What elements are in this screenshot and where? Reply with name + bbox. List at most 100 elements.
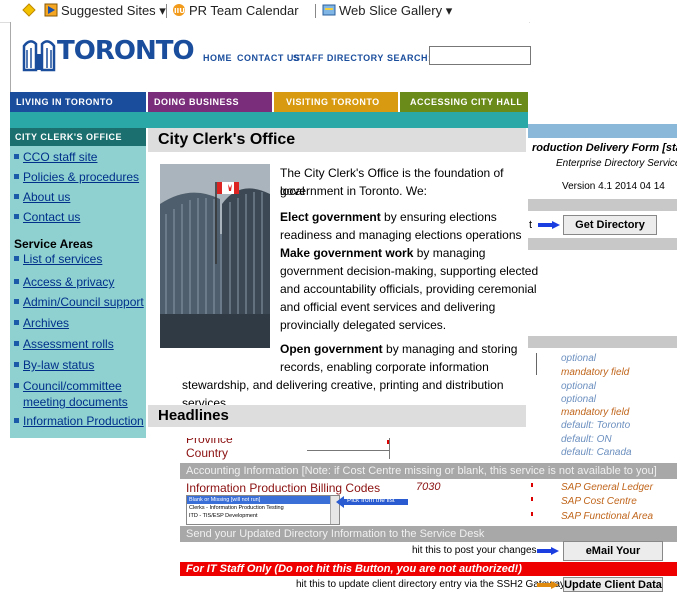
default-city-hint: default: Toronto bbox=[561, 420, 631, 431]
form-field-edge bbox=[528, 353, 537, 375]
billing-codes-listbox[interactable]: Blank or Missing [will not run] Clerks -… bbox=[186, 495, 340, 525]
get-directory-info-button[interactable]: Get Directory Info bbox=[563, 215, 657, 249]
arrow-tail-text: t bbox=[529, 219, 533, 231]
nav-accessing-city-hall[interactable]: ACCESSING CITY HALL bbox=[400, 92, 528, 112]
right-arrow-icon bbox=[537, 581, 559, 589]
elect-text: by ensuring elections bbox=[380, 210, 497, 224]
post-changes-hint: hit this to post your changes bbox=[412, 545, 537, 556]
toronto-city-hall-logo-icon[interactable] bbox=[21, 36, 57, 72]
billing-code-value: 7030 bbox=[416, 481, 441, 493]
sidebar-link-list-of-services[interactable]: List of services bbox=[14, 252, 102, 266]
send-updates-bar: Send your Updated Directory Information … bbox=[180, 526, 677, 542]
service-areas-heading: Service Areas bbox=[14, 237, 93, 251]
mandatory-hint: mandatory field bbox=[561, 407, 630, 418]
favorites-bar: Suggested Sites ▾ IIU PR Team Calendar We… bbox=[0, 0, 530, 23]
page-title: City Clerk's Office bbox=[148, 128, 526, 152]
site-header: TORONTO HOME CONTACT US STAFF DIRECTORY … bbox=[10, 22, 531, 92]
suggested-sites-label: Suggested Sites bbox=[61, 3, 156, 18]
make-line-3: and accountability officials, providing … bbox=[280, 282, 537, 296]
open-line-2: records, enabling corporate information bbox=[280, 360, 489, 374]
web-slice-gallery-label: Web Slice Gallery bbox=[339, 3, 443, 18]
elect-line-1: Elect government by ensuring elections bbox=[280, 208, 497, 226]
update-client-hint: hit this to update client directory entr… bbox=[296, 579, 566, 590]
form-version: Version 4.1 2014 04 14 bbox=[562, 181, 665, 192]
sidebar-link-policies[interactable]: Policies & procedures bbox=[14, 170, 139, 184]
sidebar-link-cco-staff-site[interactable]: CCO staff site bbox=[14, 150, 97, 164]
form-header-band bbox=[528, 124, 677, 138]
sidebar-link-council-committee[interactable]: Council/committee bbox=[14, 379, 122, 393]
toronto-logo-text[interactable]: TORONTO bbox=[57, 36, 195, 66]
open-line-1: Open government by managing and storing bbox=[280, 340, 517, 358]
staff-directory-link[interactable]: STAFF DIRECTORY bbox=[293, 53, 384, 63]
billing-codes-label: Information Production Billing Codes bbox=[186, 481, 381, 495]
elect-line-2: readiness and managing elections operati… bbox=[280, 228, 522, 242]
home-link[interactable]: HOME bbox=[203, 53, 232, 63]
required-marker bbox=[531, 483, 533, 487]
right-arrow-icon bbox=[537, 547, 559, 555]
sidebar-link-access-privacy[interactable]: Access & privacy bbox=[14, 275, 114, 289]
svg-text:IIU: IIU bbox=[174, 7, 185, 15]
country-input[interactable] bbox=[307, 449, 390, 459]
web-slice-gallery-link[interactable]: Web Slice Gallery ▾ bbox=[322, 3, 452, 19]
city-hall-photo bbox=[160, 164, 270, 348]
pick-from-list-label: Pick from the list bbox=[347, 497, 395, 504]
nav-visiting-toronto[interactable]: VISITING TORONTO bbox=[274, 92, 398, 112]
nav-doing-business[interactable]: DOING BUSINESS bbox=[148, 92, 272, 112]
open-heading: Open government bbox=[280, 342, 383, 356]
form-title: roduction Delivery Form [staff] bbox=[532, 142, 677, 154]
pr-team-calendar-label: PR Team Calendar bbox=[189, 3, 299, 18]
search-label: SEARCH: bbox=[387, 53, 432, 63]
sap-cost-centre-label: SAP Cost Centre bbox=[561, 496, 637, 507]
update-client-data-button[interactable]: Update Client Data bbox=[563, 577, 663, 592]
favorites-divider bbox=[166, 4, 167, 18]
nav-living-in-toronto[interactable]: LIVING IN TORONTO bbox=[10, 92, 146, 112]
optional-hint: optional bbox=[561, 381, 597, 392]
pr-team-calendar-link[interactable]: IIU PR Team Calendar bbox=[172, 3, 299, 18]
accounting-info-bar: Accounting Information [Note: if Cost Ce… bbox=[180, 463, 677, 479]
main-navigation: LIVING IN TORONTO DOING BUSINESS VISITIN… bbox=[10, 92, 528, 112]
form-subtitle: Enterprise Directory Services bbox=[556, 158, 677, 169]
billing-option-selected[interactable]: Blank or Missing [will not run] bbox=[187, 496, 339, 504]
make-line-5: provincially delegated services. bbox=[280, 318, 447, 332]
billing-option[interactable]: ITD - TIS/ESP Development bbox=[187, 512, 339, 520]
required-marker bbox=[531, 497, 533, 501]
sidebar-link-information-production[interactable]: Information Production bbox=[14, 414, 144, 428]
favorites-star-icon[interactable] bbox=[22, 3, 39, 18]
contact-us-link[interactable]: CONTACT US bbox=[237, 53, 300, 63]
make-line-2: government decision-making, supporting e… bbox=[280, 264, 539, 278]
sidebar-link-archives[interactable]: Archives bbox=[14, 316, 69, 330]
elect-heading: Elect government bbox=[280, 210, 381, 224]
sidebar-link-contact-us[interactable]: Contact us bbox=[14, 210, 80, 224]
headlines-heading: Headlines bbox=[148, 405, 526, 427]
sidebar-link-admin-council[interactable]: Admin/Council support bbox=[14, 295, 144, 309]
sidebar-link-meeting-documents[interactable]: meeting documents bbox=[23, 395, 128, 409]
search-input[interactable] bbox=[429, 46, 531, 65]
optional-hint: optional bbox=[561, 394, 597, 405]
open-text: by managing and storing bbox=[382, 342, 518, 356]
default-country-hint: default: Canada bbox=[561, 447, 632, 458]
open-line-3: stewardship, and delivering creative, pr… bbox=[182, 378, 504, 392]
sap-functional-area-label: SAP Functional Area bbox=[561, 511, 654, 522]
default-province-hint: default: ON bbox=[561, 434, 612, 445]
optional-hint: optional bbox=[561, 353, 597, 364]
form-section-bar bbox=[528, 199, 677, 211]
sidebar-link-about-us[interactable]: About us bbox=[14, 190, 70, 204]
billing-option[interactable]: Clerks - Information Production Testing bbox=[187, 504, 339, 512]
it-staff-warning-bar: For IT Staff Only (Do not hit this Butto… bbox=[180, 562, 677, 576]
make-line-4: and official event services and deliveri… bbox=[280, 300, 496, 314]
sap-general-ledger-label: SAP General Ledger bbox=[561, 482, 653, 493]
nav-divider-band bbox=[10, 112, 528, 128]
right-arrow-icon bbox=[538, 221, 560, 229]
sidebar-link-assessment-rolls[interactable]: Assessment rolls bbox=[14, 337, 114, 351]
main-content: City Clerk's Office The City Clerk's Off… bbox=[148, 128, 538, 438]
make-text: by managing bbox=[413, 246, 486, 260]
email-your-changes-button[interactable]: eMail Your Changes bbox=[563, 541, 663, 575]
required-marker bbox=[531, 512, 533, 516]
make-line-1: Make government work by managing bbox=[280, 244, 485, 262]
form-section-bar bbox=[528, 336, 677, 348]
sidebar: CITY CLERK'S OFFICE CCO staff site Polic… bbox=[10, 128, 146, 438]
sidebar-link-bylaw-status[interactable]: By-law status bbox=[14, 358, 94, 372]
make-heading: Make government work bbox=[280, 246, 414, 260]
suggested-sites-link[interactable]: Suggested Sites ▾ bbox=[44, 3, 166, 19]
intro-line-2: government in Toronto. We: bbox=[280, 184, 427, 198]
